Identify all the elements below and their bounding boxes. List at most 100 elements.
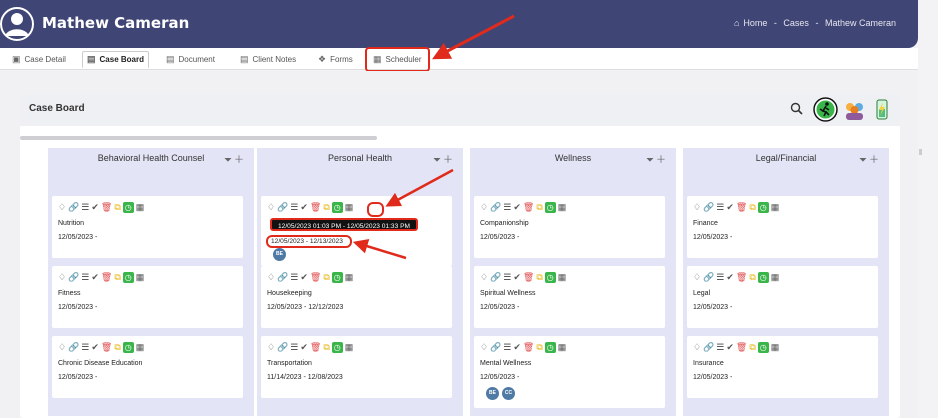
battery-energy-icon[interactable] <box>869 97 894 122</box>
breadcrumb-home[interactable]: Home <box>743 18 767 28</box>
trash-icon[interactable]: 🗑 <box>101 341 112 353</box>
calendar-icon[interactable]: ▦ <box>136 201 145 213</box>
list-icon[interactable]: ☰ <box>503 201 511 213</box>
assignee-avatar[interactable]: BE <box>273 248 286 261</box>
bell-icon[interactable]: ♢ <box>480 341 488 353</box>
check-icon[interactable]: ✔ <box>726 271 734 283</box>
clock-icon[interactable]: ◷ <box>757 271 769 283</box>
bell-icon[interactable]: ♢ <box>58 271 66 283</box>
task-card[interactable]: ♢ 🔗 ☰ ✔ 🗑 ⧉ ◷ ▦ Fitness 12/05/2023 - <box>52 266 243 328</box>
assignee-avatar[interactable]: BE <box>486 387 499 400</box>
calendar-icon[interactable]: ▦ <box>345 201 354 213</box>
check-icon[interactable]: ✔ <box>91 271 99 283</box>
calendar-icon[interactable]: ▦ <box>771 201 780 213</box>
link-icon[interactable]: 🔗 <box>490 271 501 283</box>
task-card[interactable]: ♢ 🔗 ☰ ✔ 🗑 ⧉ ◷ ▦ Companionship 12/05/2023 - <box>474 196 665 258</box>
tab-document[interactable]: ▤ Document <box>162 51 219 68</box>
clock-icon[interactable]: ◷ <box>331 201 343 213</box>
list-icon[interactable]: ☰ <box>503 271 511 283</box>
trash-icon[interactable]: 🗑 <box>101 201 112 213</box>
horizontal-scrollbar[interactable] <box>20 136 377 140</box>
vertical-scrollbar[interactable] <box>919 149 922 155</box>
bell-icon[interactable]: ♢ <box>480 271 488 283</box>
bell-icon[interactable]: ♢ <box>267 201 275 213</box>
running-person-icon[interactable] <box>813 97 838 122</box>
trash-icon[interactable]: 🗑 <box>523 201 534 213</box>
link-icon[interactable]: 🔗 <box>277 201 288 213</box>
filter-add-icon[interactable]: ⏷＋ <box>224 151 246 166</box>
link-icon[interactable]: 🔗 <box>490 201 501 213</box>
copy-icon[interactable]: ⧉ <box>323 201 329 213</box>
link-icon[interactable]: 🔗 <box>68 271 79 283</box>
trash-icon[interactable]: 🗑 <box>523 341 534 353</box>
check-icon[interactable]: ✔ <box>91 341 99 353</box>
list-icon[interactable]: ☰ <box>81 271 89 283</box>
calendar-icon[interactable]: ▦ <box>345 271 354 283</box>
task-card[interactable]: ♢ 🔗 ☰ ✔ 🗑 ⧉ ◷ ▦ Nutrition 12/05/2023 - <box>52 196 243 258</box>
copy-icon[interactable]: ⧉ <box>536 341 542 353</box>
bell-icon[interactable]: ♢ <box>693 271 701 283</box>
copy-icon[interactable]: ⧉ <box>749 271 755 283</box>
list-icon[interactable]: ☰ <box>81 201 89 213</box>
tab-case-board[interactable]: ▤ Case Board <box>82 51 149 68</box>
clock-icon[interactable]: ◷ <box>544 201 556 213</box>
bell-icon[interactable]: ♢ <box>480 201 488 213</box>
trash-icon[interactable]: 🗑 <box>523 271 534 283</box>
list-icon[interactable]: ☰ <box>81 341 89 353</box>
task-card[interactable]: ♢ 🔗 ☰ ✔ 🗑 ⧉ ◷ ▦ Mental Wellness 12/05/2023 - BE CC <box>474 336 665 408</box>
list-icon[interactable]: ☰ <box>290 271 298 283</box>
tab-client-notes[interactable]: ▤ Client Notes <box>236 51 300 68</box>
calendar-icon[interactable]: ▦ <box>136 271 145 283</box>
check-icon[interactable]: ✔ <box>513 341 521 353</box>
filter-add-icon[interactable]: ⏷＋ <box>646 151 668 166</box>
search-icon[interactable] <box>790 102 803 115</box>
bell-icon[interactable]: ♢ <box>58 341 66 353</box>
link-icon[interactable]: 🔗 <box>277 341 288 353</box>
assignee-avatar[interactable]: CC <box>502 387 515 400</box>
copy-icon[interactable]: ⧉ <box>749 341 755 353</box>
task-card[interactable]: ♢ 🔗 ☰ ✔ 🗑 ⧉ ◷ ▦ Finance 12/05/2023 - <box>687 196 878 258</box>
link-icon[interactable]: 🔗 <box>703 201 714 213</box>
trash-icon[interactable]: 🗑 <box>101 271 112 283</box>
copy-icon[interactable]: ⧉ <box>323 341 329 353</box>
trash-icon[interactable]: 🗑 <box>310 201 321 213</box>
breadcrumb-cases[interactable]: Cases <box>783 18 809 28</box>
link-icon[interactable]: 🔗 <box>703 341 714 353</box>
copy-icon[interactable]: ⧉ <box>114 271 120 283</box>
calendar-icon[interactable]: ▦ <box>558 201 567 213</box>
link-icon[interactable]: 🔗 <box>68 341 79 353</box>
clock-icon[interactable]: ◷ <box>757 341 769 353</box>
check-icon[interactable]: ✔ <box>513 271 521 283</box>
calendar-icon[interactable]: ▦ <box>345 341 354 353</box>
link-icon[interactable]: 🔗 <box>703 271 714 283</box>
trash-icon[interactable]: 🗑 <box>310 271 321 283</box>
check-icon[interactable]: ✔ <box>91 201 99 213</box>
list-icon[interactable]: ☰ <box>290 201 298 213</box>
tab-case-detail[interactable]: ▣ Case Detail <box>8 51 70 68</box>
list-icon[interactable]: ☰ <box>503 341 511 353</box>
calendar-icon[interactable]: ▦ <box>558 341 567 353</box>
group-people-icon[interactable] <box>842 97 867 122</box>
check-icon[interactable]: ✔ <box>726 201 734 213</box>
list-icon[interactable]: ☰ <box>290 341 298 353</box>
copy-icon[interactable]: ⧉ <box>536 201 542 213</box>
calendar-icon[interactable]: ▦ <box>771 341 780 353</box>
list-icon[interactable]: ☰ <box>716 271 724 283</box>
link-icon[interactable]: 🔗 <box>490 341 501 353</box>
trash-icon[interactable]: 🗑 <box>736 341 747 353</box>
clock-icon[interactable]: ◷ <box>757 201 769 213</box>
clock-icon[interactable]: ◷ <box>331 271 343 283</box>
copy-icon[interactable]: ⧉ <box>114 201 120 213</box>
bell-icon[interactable]: ♢ <box>58 201 66 213</box>
clock-icon[interactable]: ◷ <box>122 201 134 213</box>
clock-icon[interactable]: ◷ <box>122 341 134 353</box>
check-icon[interactable]: ✔ <box>300 201 308 213</box>
trash-icon[interactable]: 🗑 <box>736 271 747 283</box>
bell-icon[interactable]: ♢ <box>693 201 701 213</box>
copy-icon[interactable]: ⧉ <box>536 271 542 283</box>
clock-icon[interactable]: ◷ <box>331 341 343 353</box>
clock-icon[interactable]: ◷ <box>544 341 556 353</box>
link-icon[interactable]: 🔗 <box>277 271 288 283</box>
clock-icon[interactable]: ◷ <box>122 271 134 283</box>
task-card[interactable]: ♢ 🔗 ☰ ✔ 🗑 ⧉ ◷ ▦ Legal 12/05/2023 - <box>687 266 878 328</box>
